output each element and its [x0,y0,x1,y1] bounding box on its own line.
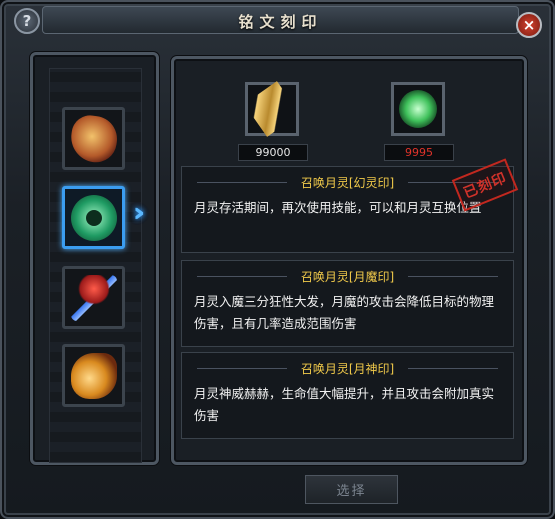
option-title: 召唤月灵[月魔印] [182,268,513,285]
inscription-slot-2-selected[interactable] [62,186,125,249]
help-button[interactable]: ? [14,8,40,34]
window-title: 铭文刻印 [238,13,323,31]
option-description: 月灵神威赫赫，生命值大幅提升，并且攻击会附加真实伤害 [194,386,495,423]
title-bar: 铭文刻印 [42,6,519,34]
arrow-icon: ››› [133,198,146,228]
gem-nut-icon [67,112,120,165]
inscription-slot-4[interactable] [62,344,125,407]
option-card-3[interactable]: 召唤月灵[月神印] 月灵神威赫赫，生命值大幅提升，并且攻击会附加真实伤害 [181,352,514,439]
material-slot-1[interactable] [244,81,300,137]
select-button[interactable]: 选择 [305,475,398,504]
scroll-icon [244,81,300,137]
green-orb-icon [399,90,437,128]
material-count-2: 9995 [384,144,454,161]
inscription-slot-1[interactable] [62,107,125,170]
amulet-icon [70,274,117,321]
option-title: 召唤月灵[月神印] [182,360,513,377]
material-slot-2[interactable] [391,82,445,136]
option-card-2[interactable]: 召唤月灵[月魔印] 月灵入魔三分狂性大发，月魔的攻击会降低目标的物理伤害，且有几… [181,260,514,347]
golden-horn-icon [70,352,117,399]
close-button[interactable]: × [516,12,542,38]
inscription-slot-3[interactable] [62,266,125,329]
option-description: 月灵存活期间，再次使用技能，可以和月灵互换位置 [194,200,482,215]
option-description: 月灵入魔三分狂性大发，月魔的攻击会降低目标的物理伤害，且有几率造成范围伤害 [194,294,495,331]
material-count-1: 99000 [238,144,308,161]
jade-disc-icon [70,194,117,241]
